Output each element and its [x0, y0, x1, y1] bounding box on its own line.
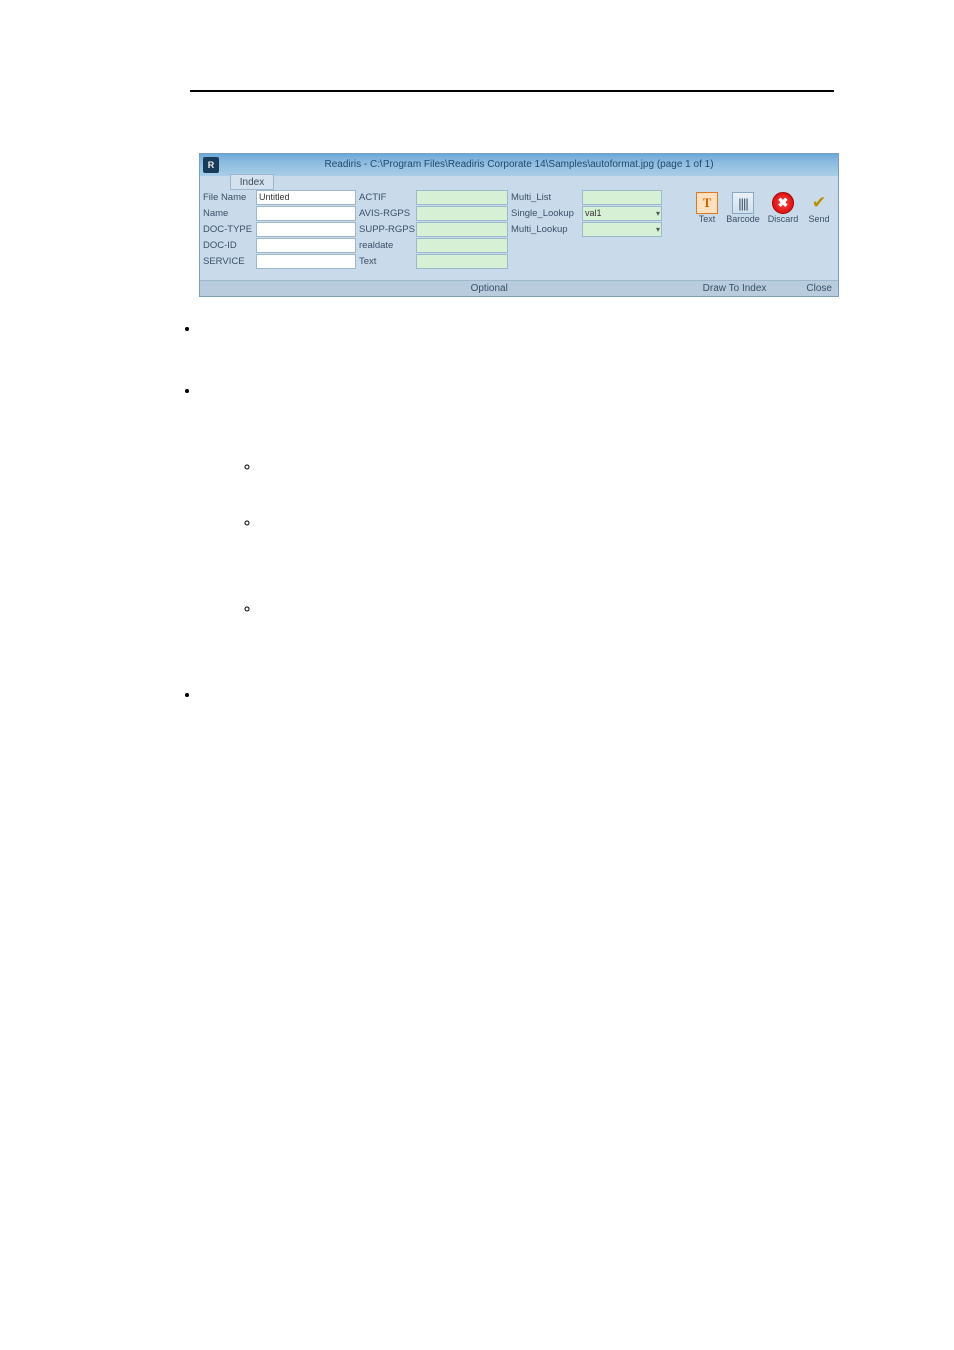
app-icon: R — [203, 157, 219, 173]
lbl-multi-list: Multi_List — [508, 190, 582, 206]
field-doc-type[interactable] — [256, 222, 356, 237]
sub-1 — [260, 458, 264, 474]
readiris-index-window: R Readiris - C:\Program Files\Readiris C… — [199, 153, 839, 297]
field-avis-rgps[interactable] — [416, 206, 508, 221]
field-supp-rgps[interactable] — [416, 222, 508, 237]
window-titlebar[interactable]: R Readiris - C:\Program Files\Readiris C… — [200, 154, 838, 176]
field-actif[interactable] — [416, 190, 508, 205]
send-icon: ✔ — [808, 192, 830, 214]
inputs-col-1: Untitled — [256, 190, 356, 280]
footer-close[interactable]: Close — [806, 283, 832, 294]
field-doc-id[interactable] — [256, 238, 356, 253]
lbl-name: Name — [200, 206, 256, 222]
window-title-text: Readiris - C:\Program Files\Readiris Cor… — [324, 159, 713, 170]
tab-index[interactable]: Index — [230, 174, 274, 190]
send-tool[interactable]: ✔ Send — [803, 192, 835, 224]
field-multi-list[interactable] — [582, 190, 662, 205]
lbl-actif: ACTIF — [356, 190, 416, 206]
index-footer: Optional Draw To Index Close — [200, 280, 838, 296]
inputs-col-3: val1 — [582, 190, 662, 280]
barcode-tool-label: Barcode — [726, 214, 760, 224]
field-file-name[interactable]: Untitled — [256, 190, 356, 205]
page-bullets — [200, 320, 264, 748]
index-toolbar: T Text |||| Barcode ✖ Discard ✔ Send — [691, 192, 835, 224]
discard-tool[interactable]: ✖ Discard — [763, 192, 803, 224]
toolbar-area — [730, 240, 835, 264]
text-tool[interactable]: T Text — [691, 192, 723, 224]
footer-optional: Optional — [471, 283, 508, 294]
lbl-realdate: realdate — [356, 238, 416, 254]
labels-col-3: Multi_List Single_Lookup Multi_Lookup — [508, 190, 582, 280]
inputs-col-2 — [416, 190, 508, 280]
lbl-supp-rgps: SUPP-RGPS — [356, 222, 416, 238]
lbl-avis-rgps: AVIS-RGPS — [356, 206, 416, 222]
sub-2 — [260, 514, 264, 530]
sub-3 — [260, 600, 264, 616]
bullet-2 — [200, 382, 264, 616]
lbl-service: SERVICE — [200, 254, 256, 270]
text-icon: T — [696, 192, 718, 214]
page-top-rule — [190, 90, 834, 92]
lbl-file-name: File Name — [200, 190, 256, 206]
barcode-icon: |||| — [732, 192, 754, 214]
barcode-tool[interactable]: |||| Barcode — [723, 192, 763, 224]
lbl-text: Text — [356, 254, 416, 270]
discard-icon: ✖ — [772, 192, 794, 214]
field-multi-lookup[interactable] — [582, 222, 662, 237]
field-name[interactable] — [256, 206, 356, 221]
bullet-1 — [200, 320, 264, 336]
send-tool-label: Send — [808, 214, 829, 224]
field-single-lookup[interactable]: val1 — [582, 206, 662, 221]
text-tool-label: Text — [699, 214, 716, 224]
lbl-doc-type: DOC-TYPE — [200, 222, 256, 238]
bullet-3 — [200, 686, 264, 702]
lbl-doc-id: DOC-ID — [200, 238, 256, 254]
discard-tool-label: Discard — [768, 214, 799, 224]
footer-draw-to-index[interactable]: Draw To Index — [703, 283, 767, 294]
labels-col-2: ACTIF AVIS-RGPS SUPP-RGPS realdate Text — [356, 190, 416, 280]
lbl-multi-lookup: Multi_Lookup — [508, 222, 582, 238]
field-realdate[interactable] — [416, 238, 508, 253]
lbl-single-lookup: Single_Lookup — [508, 206, 582, 222]
field-service[interactable] — [256, 254, 356, 269]
field-text[interactable] — [416, 254, 508, 269]
labels-col-1: File Name Name DOC-TYPE DOC-ID SERVICE — [200, 190, 256, 280]
